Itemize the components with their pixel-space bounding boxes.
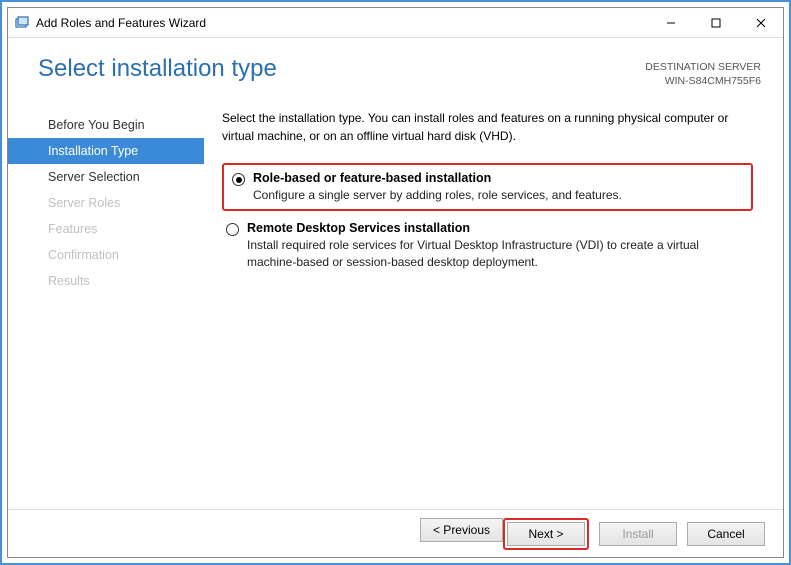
option-label: Remote Desktop Services installation bbox=[247, 221, 747, 235]
destination-meta: DESTINATION SERVER WIN-S84CMH755F6 bbox=[645, 56, 761, 88]
minimize-button[interactable] bbox=[648, 8, 693, 37]
window-controls bbox=[648, 8, 783, 37]
close-button[interactable] bbox=[738, 8, 783, 37]
window-title: Add Roles and Features Wizard bbox=[36, 16, 648, 30]
option-desc: Install required role services for Virtu… bbox=[247, 237, 747, 269]
intro-text: Select the installation type. You can in… bbox=[222, 110, 753, 145]
next-button[interactable]: Next > bbox=[507, 522, 585, 546]
destination-label: DESTINATION SERVER bbox=[645, 60, 761, 74]
app-icon bbox=[14, 15, 30, 31]
cancel-button[interactable]: Cancel bbox=[687, 522, 765, 546]
maximize-button[interactable] bbox=[693, 8, 738, 37]
page-title: Select installation type bbox=[38, 56, 645, 82]
footer: < Previous Next > Install Cancel bbox=[8, 509, 783, 557]
sidebar-item-installation-type[interactable]: Installation Type bbox=[8, 138, 204, 164]
option-role-based[interactable]: Role-based or feature-based installation… bbox=[222, 163, 753, 211]
option-desc: Configure a single server by adding role… bbox=[253, 187, 622, 203]
radio-icon[interactable] bbox=[226, 223, 239, 236]
sidebar-item-features: Features bbox=[8, 216, 204, 242]
sidebar: Before You Begin Installation Type Serve… bbox=[8, 110, 204, 501]
wizard-window: Add Roles and Features Wizard Select ins… bbox=[7, 7, 784, 558]
sidebar-item-server-roles: Server Roles bbox=[8, 190, 204, 216]
next-button-highlight: Next > bbox=[503, 518, 589, 550]
sidebar-item-results: Results bbox=[8, 268, 204, 294]
sidebar-item-before-you-begin[interactable]: Before You Begin bbox=[8, 112, 204, 138]
radio-icon[interactable] bbox=[232, 173, 245, 186]
destination-value: WIN-S84CMH755F6 bbox=[645, 74, 761, 88]
sidebar-item-server-selection[interactable]: Server Selection bbox=[8, 164, 204, 190]
main-content: Select the installation type. You can in… bbox=[204, 110, 761, 501]
option-label: Role-based or feature-based installation bbox=[253, 171, 622, 185]
titlebar: Add Roles and Features Wizard bbox=[8, 8, 783, 38]
option-rds[interactable]: Remote Desktop Services installation Ins… bbox=[222, 217, 753, 273]
previous-button[interactable]: < Previous bbox=[420, 518, 503, 542]
install-button: Install bbox=[599, 522, 677, 546]
sidebar-item-confirmation: Confirmation bbox=[8, 242, 204, 268]
page-header: Select installation type DESTINATION SER… bbox=[8, 38, 783, 92]
